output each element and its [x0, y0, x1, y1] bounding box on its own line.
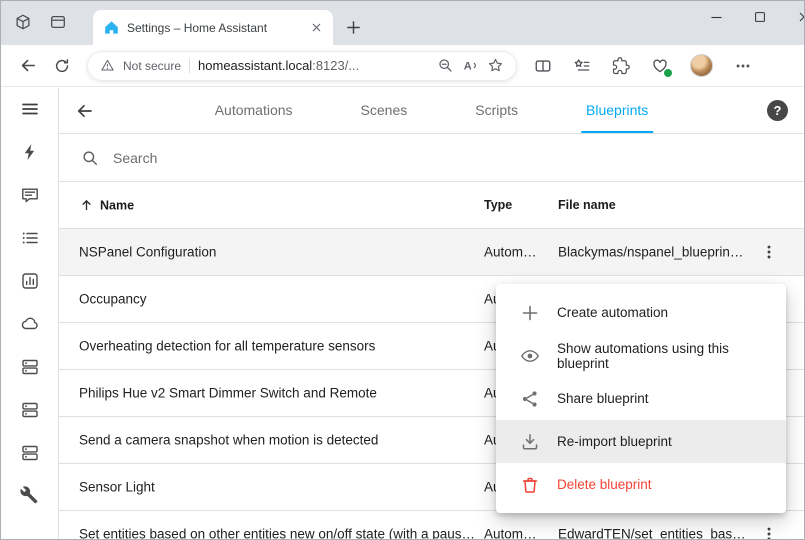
security-label[interactable]: Not secure	[123, 59, 181, 73]
ha-tab-bar: Automations Scenes Scripts Blueprints	[210, 88, 654, 133]
profile-avatar[interactable]	[690, 54, 713, 77]
settings-more-icon[interactable]	[734, 57, 752, 75]
sidebar-item-addon-2[interactable]	[1, 388, 58, 431]
sidebar-item-developer-tools[interactable]	[1, 474, 58, 517]
browser-tabstrip: Settings – Home Assistant	[1, 1, 804, 45]
sidebar-item-energy[interactable]	[1, 130, 58, 173]
blueprint-name: Sensor Light	[79, 480, 155, 495]
search-icon	[81, 149, 99, 167]
lightning-icon	[20, 142, 40, 162]
plus-icon	[520, 303, 540, 323]
menu-item-create-automation[interactable]: Create automation	[496, 291, 786, 334]
table-header: Name Type File name	[59, 182, 804, 229]
refresh-icon[interactable]	[45, 49, 79, 83]
blueprint-type: Autom…	[484, 527, 552, 540]
ha-back-icon[interactable]	[75, 101, 95, 121]
blueprint-name: NSPanel Configuration	[79, 245, 216, 260]
back-icon[interactable]	[11, 49, 45, 83]
svg-text:A: A	[464, 60, 472, 72]
bar-chart-icon	[20, 271, 40, 291]
row-overflow-icon[interactable]	[760, 525, 778, 540]
home-assistant-favicon	[104, 20, 119, 35]
server-icon	[20, 357, 40, 377]
menu-item-delete-blueprint[interactable]: Delete blueprint	[496, 463, 786, 506]
window-controls	[694, 1, 805, 33]
tab-automations[interactable]: Automations	[210, 88, 298, 133]
eye-icon	[520, 346, 540, 366]
wrench-icon	[20, 486, 39, 505]
maximize-button[interactable]	[738, 1, 782, 33]
address-bar[interactable]: Not secure homeassistant.local:8123/... …	[87, 51, 517, 81]
extensions-icon[interactable]	[612, 57, 630, 75]
list-icon	[20, 228, 40, 248]
sidebar-menu-button[interactable]	[1, 88, 58, 130]
table-row[interactable]: NSPanel Configuration Autom… Blackymas/n…	[59, 229, 804, 276]
browser-tab[interactable]: Settings – Home Assistant	[93, 10, 333, 45]
blueprint-type: Autom…	[484, 245, 552, 260]
column-header-name[interactable]: Name	[79, 198, 134, 213]
ha-sidebar	[1, 88, 59, 539]
search-input[interactable]	[113, 150, 804, 166]
tab-scenes[interactable]: Scenes	[356, 88, 413, 133]
help-icon[interactable]: ?	[767, 100, 788, 121]
ha-header: Automations Scenes Scripts Blueprints ?	[59, 88, 804, 134]
workspaces-icon[interactable]	[14, 13, 32, 31]
share-icon	[520, 389, 540, 409]
split-screen-icon[interactable]	[534, 57, 552, 75]
cloud-icon	[20, 314, 40, 334]
sidebar-item-addon-1[interactable]	[1, 345, 58, 388]
browser-window: Settings – Home Assistant	[0, 0, 805, 540]
read-aloud-icon[interactable]: A	[462, 57, 479, 74]
tab-title: Settings – Home Assistant	[127, 21, 300, 35]
blueprint-context-menu: Create automation Show automations using…	[496, 284, 786, 513]
browser-toolbar: Not secure homeassistant.local:8123/... …	[1, 45, 804, 87]
browser-essentials-icon[interactable]	[651, 57, 669, 75]
blueprint-file: Blackymas/nspanel_blueprin…	[558, 245, 772, 260]
menu-item-show-automations[interactable]: Show automations using this blueprint	[496, 334, 786, 377]
not-secure-warning-icon	[100, 58, 115, 73]
zoom-icon[interactable]	[437, 57, 454, 74]
menu-item-reimport-blueprint[interactable]: Re-import blueprint	[496, 420, 786, 463]
server-icon	[20, 400, 40, 420]
menu-item-share-blueprint[interactable]: Share blueprint	[496, 377, 786, 420]
favorite-star-icon[interactable]	[487, 57, 504, 74]
toolbar-right	[534, 54, 752, 77]
chat-icon	[20, 185, 40, 205]
tab-close-icon[interactable]	[308, 19, 325, 36]
address-divider	[189, 59, 190, 73]
column-header-file[interactable]: File name	[558, 198, 616, 212]
row-overflow-icon[interactable]	[760, 243, 778, 261]
minimize-button[interactable]	[694, 1, 738, 33]
tab-scripts[interactable]: Scripts	[470, 88, 523, 133]
sidebar-item-addon-3[interactable]	[1, 431, 58, 474]
blueprint-name: Set entities based on other entities new…	[79, 527, 475, 540]
new-tab-button[interactable]	[345, 19, 362, 36]
tab-actions-icon[interactable]	[49, 13, 67, 31]
sidebar-item-analytics[interactable]	[1, 259, 58, 302]
sidebar-item-assist[interactable]	[1, 173, 58, 216]
blueprint-file: EdwardTEN/set_entities_bas…	[558, 527, 772, 540]
blueprint-name: Send a camera snapshot when motion is de…	[79, 433, 378, 448]
search-row	[59, 134, 804, 182]
sort-ascending-icon	[79, 198, 94, 213]
url-text[interactable]: homeassistant.local:8123/...	[198, 58, 429, 73]
column-header-type[interactable]: Type	[484, 198, 512, 212]
trash-icon	[520, 475, 540, 495]
sidebar-item-cloud[interactable]	[1, 302, 58, 345]
blueprint-name: Philips Hue v2 Smart Dimmer Switch and R…	[79, 386, 377, 401]
favorites-hub-icon[interactable]	[573, 57, 591, 75]
sidebar-item-todo-lists[interactable]	[1, 216, 58, 259]
close-button[interactable]	[782, 1, 805, 33]
tab-blueprints[interactable]: Blueprints	[581, 88, 653, 133]
server-icon	[20, 443, 40, 463]
table-row[interactable]: Set entities based on other entities new…	[59, 511, 804, 540]
blueprint-name: Occupancy	[79, 292, 147, 307]
import-icon	[520, 432, 540, 452]
blueprint-name: Overheating detection for all temperatur…	[79, 339, 375, 354]
